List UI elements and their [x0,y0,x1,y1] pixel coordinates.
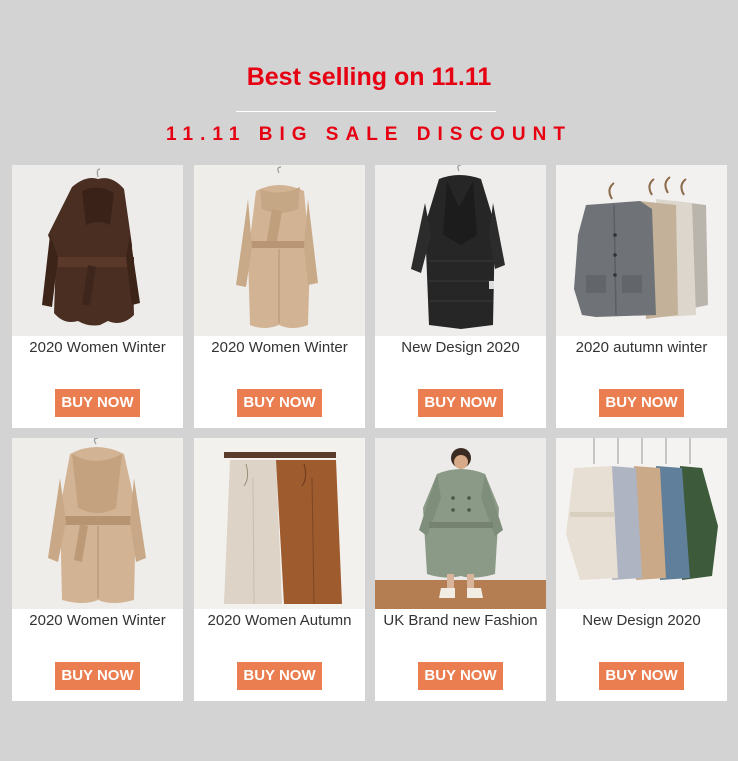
product-card[interactable]: 2020 autumn winter BUY NOW [556,165,727,428]
product-name: 2020 Women Autumn [207,612,352,629]
product-card[interactable]: UK Brand new Fashion BUY NOW [375,438,546,701]
product-card[interactable]: 2020 Women Winter BUY NOW [194,165,365,428]
buy-now-button[interactable]: BUY NOW [599,389,684,417]
product-name: New Design 2020 [582,612,701,629]
buy-now-button[interactable]: BUY NOW [55,662,140,690]
product-card[interactable]: 2020 Women Autumn BUY NOW [194,438,365,701]
page-title: Best selling on 11.11 [246,63,492,91]
product-card[interactable]: New Design 2020 BUY NOW [375,165,546,428]
product-image-khaki-coat[interactable] [12,438,183,609]
product-name: UK Brand new Fashion [383,612,538,629]
buy-now-button[interactable]: BUY NOW [237,389,322,417]
buy-now-button[interactable]: BUY NOW [55,389,140,417]
product-image-cardigans[interactable] [556,165,727,336]
product-image-pants[interactable] [194,438,365,609]
product-name: 2020 Women Winter [29,339,166,356]
product-image-black-coat[interactable] [375,165,546,336]
buy-now-button[interactable]: BUY NOW [418,662,503,690]
product-name: New Design 2020 [401,339,520,356]
product-image-beige-coat[interactable] [194,165,365,336]
product-card[interactable]: 2020 Women Winter BUY NOW [12,438,183,701]
product-image-trench-model[interactable] [375,438,546,609]
buy-now-button[interactable]: BUY NOW [599,662,684,690]
product-name: 2020 autumn winter [575,339,708,356]
product-name: 2020 Women Winter [211,339,348,356]
buy-now-button[interactable]: BUY NOW [418,389,503,417]
buy-now-button[interactable]: BUY NOW [237,662,322,690]
product-image-brown-coat[interactable] [12,165,183,336]
title-divider [236,111,496,112]
sale-subtitle: 11.11 BIG SALE DISCOUNT [166,124,572,145]
product-card[interactable]: 2020 Women Winter BUY NOW [12,165,183,428]
product-card[interactable]: New Design 2020 BUY NOW [556,438,727,701]
product-name: 2020 Women Winter [29,612,166,629]
product-image-coat-colors[interactable] [556,438,727,609]
